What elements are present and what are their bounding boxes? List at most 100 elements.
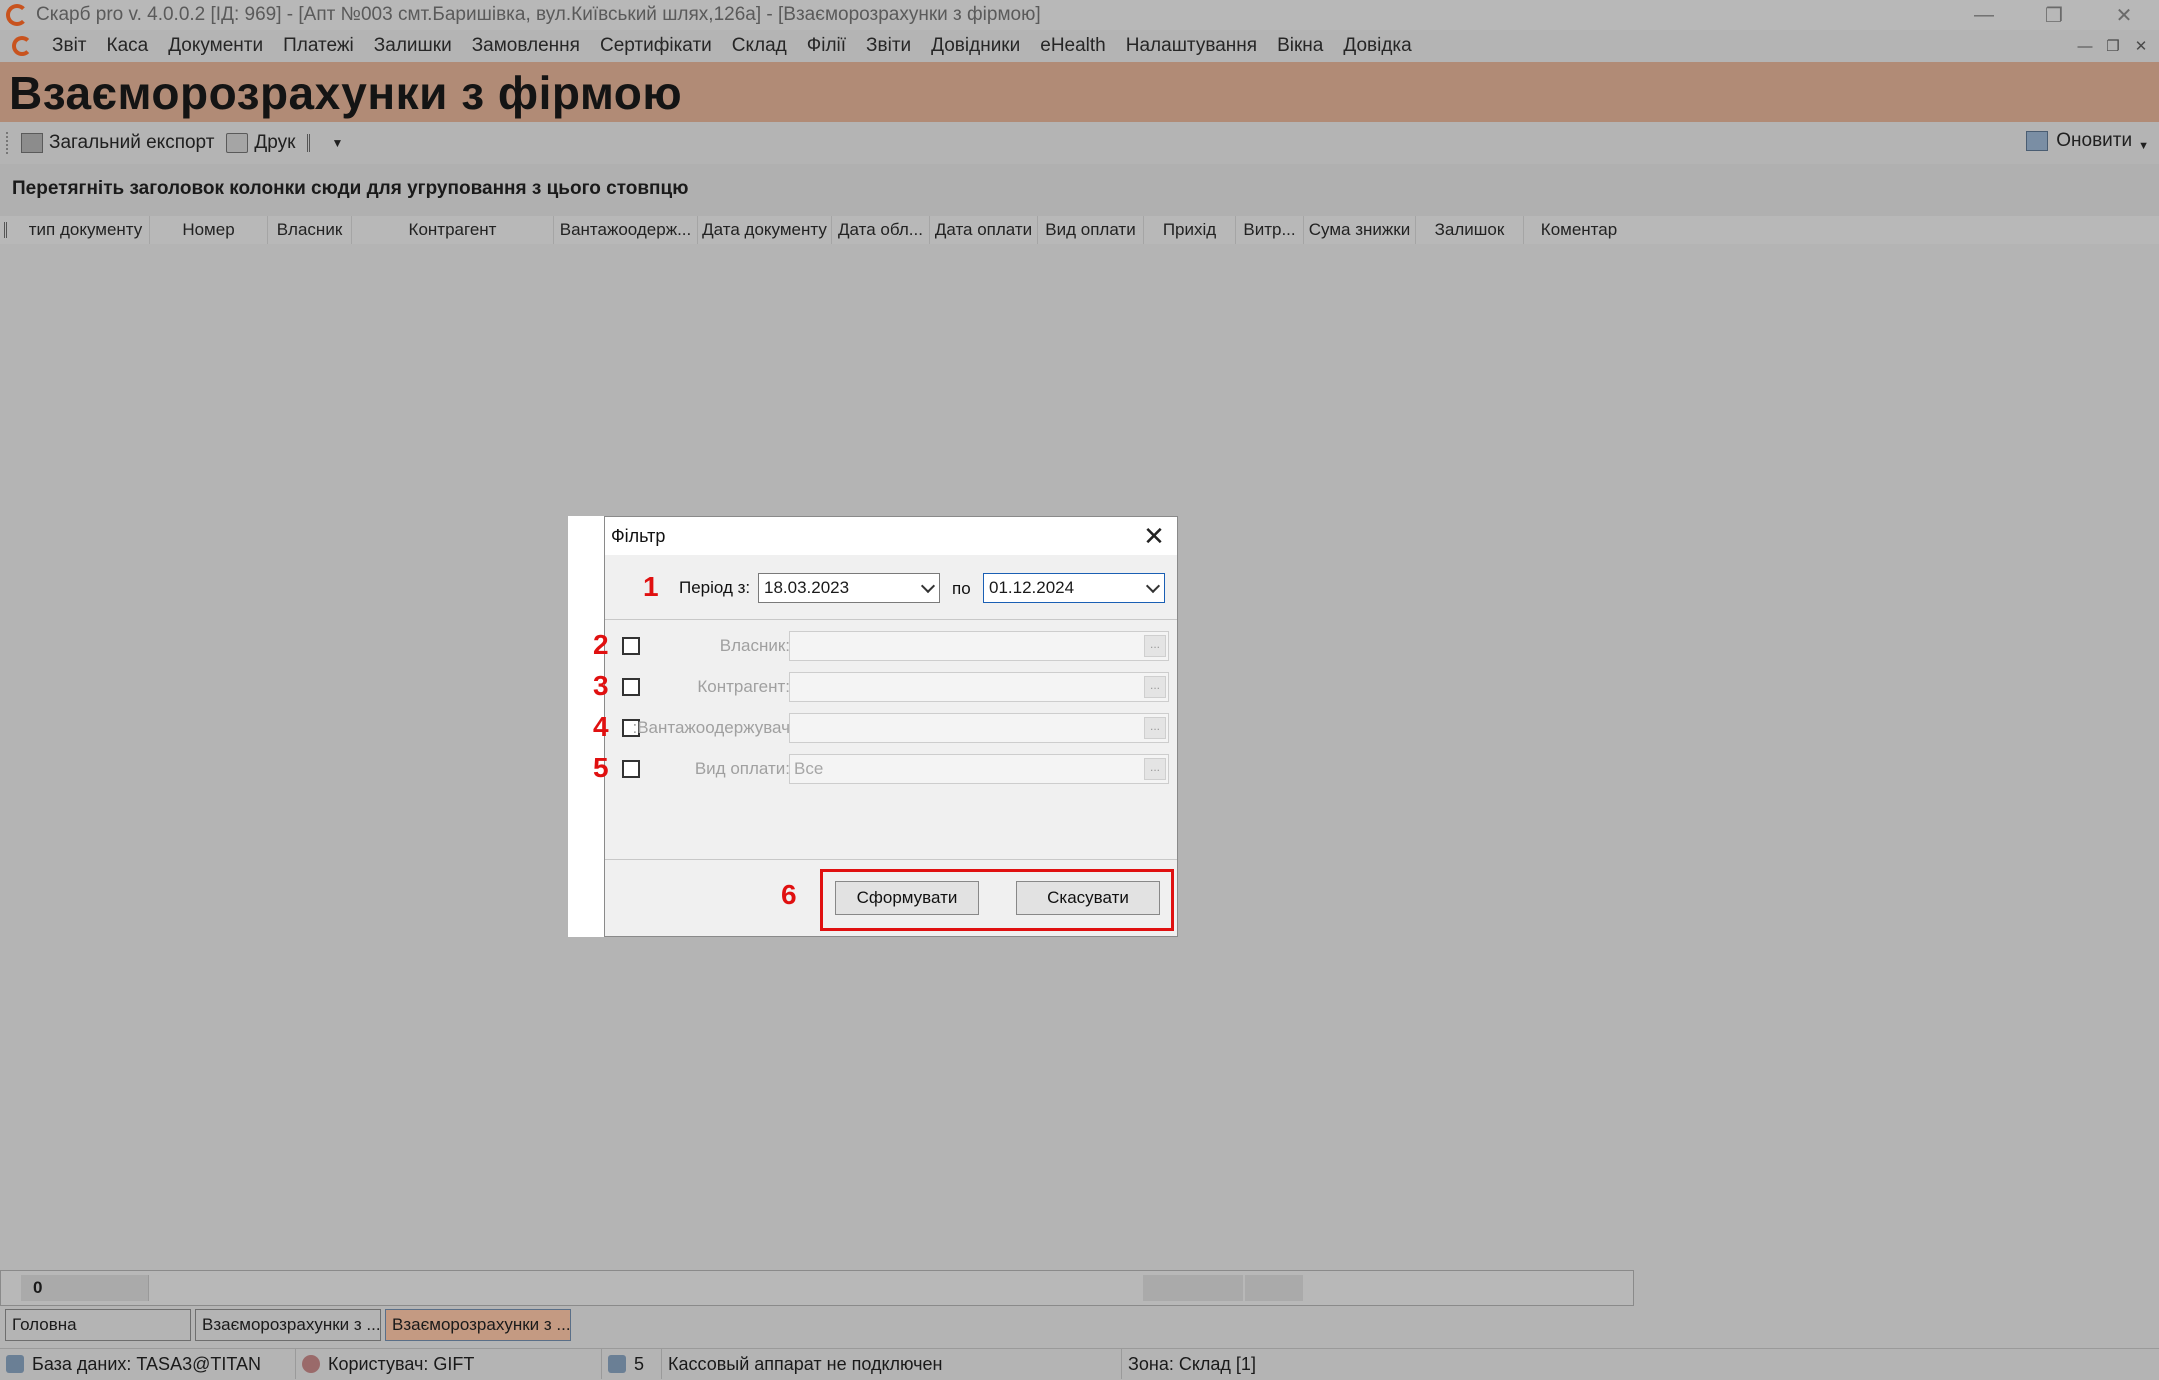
owner-label: Власник: (719, 636, 790, 655)
menu-item-help[interactable]: Довідка (1333, 35, 1421, 57)
counterparty-label: Контрагент: (697, 677, 790, 696)
counterparty-lookup-button[interactable]: ... (1144, 676, 1166, 698)
generate-button[interactable]: Сформувати (835, 881, 979, 915)
mdi-restore-icon[interactable]: ❐ (2101, 34, 2125, 58)
col-accounting-date[interactable]: Дата обл... (832, 216, 930, 244)
export-button[interactable]: Загальний експорт (21, 132, 214, 154)
menu-bar: Звіт Каса Документи Платежі Залишки Замо… (0, 30, 2159, 62)
print-button[interactable]: Друк (226, 132, 295, 154)
status-cash: Кассовый аппарат не подключен (662, 1349, 1122, 1379)
payment-type-field[interactable]: Все ... (789, 754, 1169, 784)
group-by-panel[interactable]: Перетягніть заголовок колонки сюди для у… (0, 164, 2159, 216)
mdi-minimize-icon[interactable]: — (2073, 34, 2097, 58)
menu-item-payments[interactable]: Платежі (273, 35, 364, 57)
filter-dialog: Фільтр ✕ 1 Період з: 18.03.2023 по 01.12… (593, 516, 1178, 937)
annotation-5: 5 (593, 752, 609, 783)
consignee-lookup-button[interactable]: ... (1144, 717, 1166, 739)
cash-status-text: Кассовый аппарат не подключен (668, 1353, 943, 1374)
col-doc-date[interactable]: Дата документу (698, 216, 832, 244)
col-payment-type[interactable]: Вид оплати (1038, 216, 1144, 244)
consignee-field[interactable]: ... (789, 713, 1169, 743)
menu-item-report[interactable]: Звіт (42, 35, 97, 57)
printer-icon (226, 133, 249, 153)
period-from-field[interactable]: 18.03.2023 (758, 573, 940, 603)
user-icon (302, 1355, 320, 1373)
menu-item-ehealth[interactable]: eHealth (1030, 35, 1116, 57)
annotation-6: 6 (781, 879, 797, 910)
dialog-titlebar[interactable]: Фільтр ✕ (605, 517, 1177, 555)
toolbar-grip[interactable] (6, 132, 9, 154)
close-icon[interactable]: ✕ (2089, 0, 2159, 30)
col-comment[interactable]: Коментар (1524, 216, 1634, 244)
annotation-1: 1 (643, 571, 659, 602)
menu-item-directories[interactable]: Довідники (921, 35, 1030, 57)
col-number[interactable]: Номер (150, 216, 268, 244)
menu-item-branches[interactable]: Філії (797, 35, 856, 57)
menu-item-reports[interactable]: Звіти (856, 35, 921, 57)
col-owner[interactable]: Власник (268, 216, 352, 244)
col-consignee[interactable]: Вантажоодерж... (554, 216, 698, 244)
status-zone: Зона: Склад [1] (1122, 1349, 1422, 1379)
dialog-footer-divider (605, 859, 1177, 860)
period-to-value: 01.12.2024 (989, 578, 1075, 597)
annotation-4: 4 (593, 711, 609, 742)
payment-type-checkbox[interactable] (622, 760, 640, 778)
chevron-down-icon[interactable] (920, 578, 936, 594)
menu-item-cash[interactable]: Каса (97, 35, 159, 57)
payment-type-label: Вид оплати: (694, 759, 790, 778)
refresh-label: Оновити (2056, 130, 2133, 151)
zone-text: Зона: Склад [1] (1128, 1353, 1256, 1374)
payment-type-value: Все (794, 759, 824, 778)
menu-item-certificates[interactable]: Сертифікати (590, 35, 722, 57)
menu-item-documents[interactable]: Документи (158, 35, 273, 57)
col-discount[interactable]: Сума знижки (1304, 216, 1416, 244)
owner-field[interactable]: ... (789, 631, 1169, 661)
export-label: Загальний експорт (49, 132, 215, 153)
window-tabs: Головна Взаєморозрахунки з ... Взаємороз… (0, 1306, 2159, 1346)
mdi-close-icon[interactable]: ✕ (2129, 34, 2153, 58)
owner-lookup-button[interactable]: ... (1144, 635, 1166, 657)
col-doc-type[interactable]: тип документу (22, 216, 150, 244)
menu-item-warehouse[interactable]: Склад (722, 35, 797, 57)
column-chooser-icon[interactable] (4, 222, 16, 238)
col-income[interactable]: Прихід (1144, 216, 1236, 244)
dialog-divider (605, 619, 1177, 620)
restore-icon[interactable]: ❐ (2019, 0, 2089, 30)
cash-count-text: 5 (634, 1353, 645, 1374)
counterparty-checkbox[interactable] (622, 678, 640, 696)
period-from-label: Період з: (679, 578, 751, 597)
owner-checkbox[interactable] (622, 637, 640, 655)
col-payment-date[interactable]: Дата оплати (930, 216, 1038, 244)
menu-item-stock[interactable]: Залишки (364, 35, 462, 57)
status-bar: База даних: TASA3@TITAN Користувач: GIFT… (0, 1348, 2159, 1379)
user-text: Користувач: GIFT (328, 1353, 475, 1374)
period-to-label: по (952, 579, 971, 598)
period-from-value: 18.03.2023 (764, 578, 850, 597)
refresh-button[interactable]: Оновити ▼ (2026, 130, 2149, 152)
tab-settlements-1[interactable]: Взаєморозрахунки з ... (195, 1309, 381, 1341)
cancel-button[interactable]: Скасувати (1016, 881, 1160, 915)
list-icon (307, 134, 325, 152)
tab-main[interactable]: Головна (5, 1309, 191, 1341)
chevron-down-icon[interactable] (1145, 578, 1161, 594)
app-menu-icon[interactable] (12, 36, 32, 56)
col-counterparty[interactable]: Контрагент (352, 216, 554, 244)
columns-menu-button[interactable]: ▼ (307, 134, 343, 152)
annotation-2: 2 (593, 629, 609, 660)
counterparty-field[interactable]: ... (789, 672, 1169, 702)
print-label: Друк (254, 132, 296, 153)
col-balance[interactable]: Залишок (1416, 216, 1524, 244)
col-expense[interactable]: Витр... (1236, 216, 1304, 244)
menu-item-orders[interactable]: Замовлення (462, 35, 590, 57)
menu-item-settings[interactable]: Налаштування (1116, 35, 1267, 57)
minimize-icon[interactable]: — (1949, 0, 2019, 30)
menu-item-windows[interactable]: Вікна (1267, 35, 1333, 57)
database-text: База даних: TASA3@TITAN (32, 1353, 262, 1374)
row-count: 0 (21, 1275, 149, 1301)
tab-settlements-2[interactable]: Взаєморозрахунки з ... (385, 1309, 571, 1341)
period-to-field[interactable]: 01.12.2024 (983, 573, 1165, 603)
consignee-label: Вантажоодержувач: (632, 718, 790, 737)
payment-type-lookup-button[interactable]: ... (1144, 758, 1166, 780)
dialog-close-icon[interactable]: ✕ (1139, 521, 1169, 551)
app-logo-icon (6, 4, 28, 26)
